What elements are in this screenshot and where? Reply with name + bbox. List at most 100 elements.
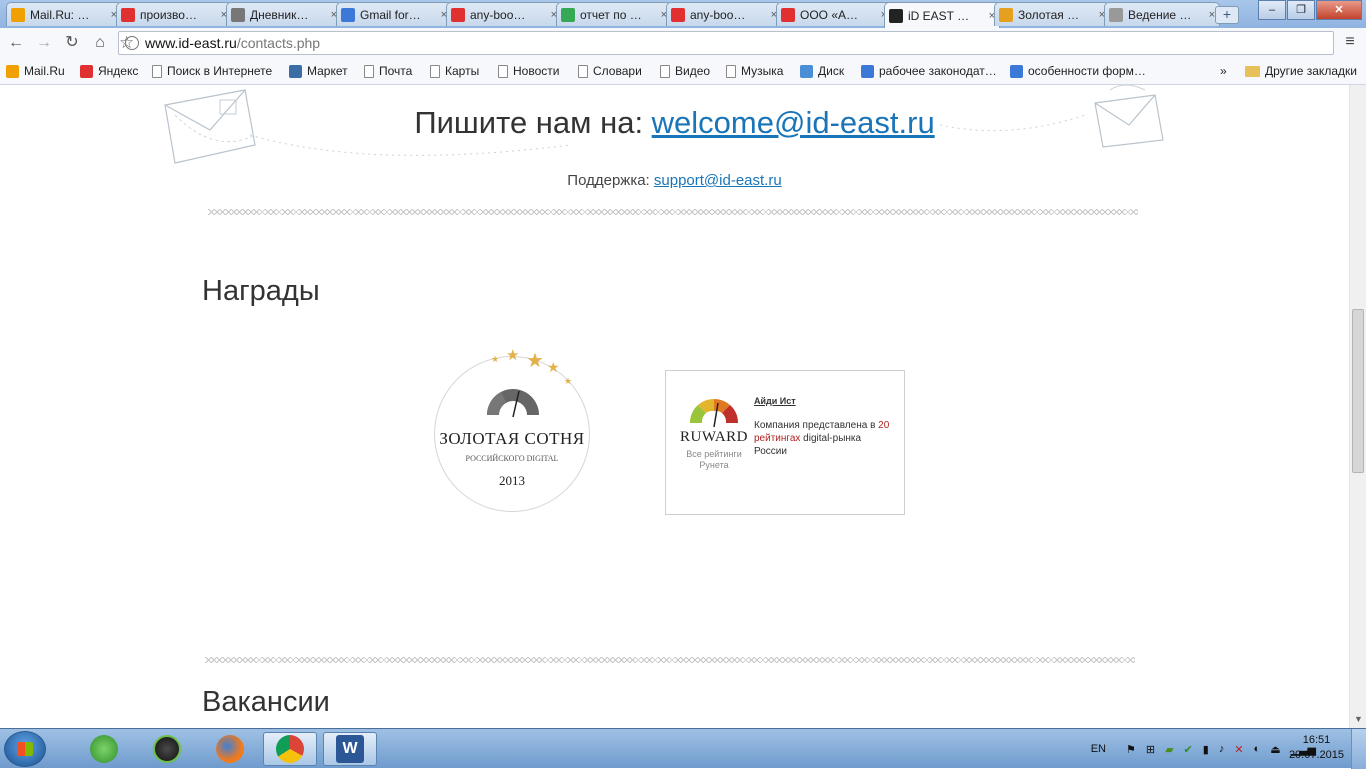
tab-label: Золотая … <box>1018 7 1080 22</box>
bookmark-label: Поиск в Интернете <box>167 64 273 78</box>
system-clock[interactable]: 16:51 20.07.2015 <box>1289 733 1344 763</box>
show-desktop-button[interactable] <box>1351 729 1366 769</box>
language-indicator[interactable]: EN <box>1091 743 1106 755</box>
ruward-company-link[interactable]: Айди Ист <box>754 396 796 406</box>
clock-date: 20.07.2015 <box>1288 749 1344 761</box>
page-scrollbar[interactable]: ▼ <box>1349 85 1366 728</box>
bookmark-item[interactable]: Поиск в Интернете <box>152 62 272 80</box>
bookmark-item[interactable]: рабочее законодат… <box>861 62 997 80</box>
bookmarks-overflow-label: » <box>1220 64 1227 78</box>
firefox-icon <box>216 735 244 763</box>
bookmark-item[interactable]: Музыка <box>726 62 783 80</box>
tab-7[interactable]: any-boo… × <box>666 2 782 26</box>
scrollbar-thumb[interactable] <box>1352 309 1364 473</box>
yandex-icon <box>80 64 93 78</box>
market-icon <box>289 64 302 78</box>
contact-prefix: Пишите нам на: <box>414 105 652 140</box>
bookmark-item[interactable]: Диск <box>800 62 844 80</box>
forward-icon[interactable]: → <box>34 33 54 53</box>
rainbow-icon <box>999 7 1013 22</box>
welcome-email-link[interactable]: welcome@id-east.ru <box>652 105 935 140</box>
tray-network-icon[interactable]: ✕ <box>1234 743 1243 756</box>
bookmark-item[interactable]: Яндекс <box>80 62 138 80</box>
address-bar[interactable]: www.id-east.ru/contacts.php ☆ <box>118 31 1334 55</box>
tray-battery-icon[interactable]: ▮ <box>1203 743 1209 756</box>
bookmark-label: Mail.Ru <box>24 64 65 78</box>
tab-label: any-boo… <box>690 7 746 22</box>
ruward-gauge-icon <box>689 398 739 427</box>
gold-award-title: ЗОЛОТАЯ СОТНЯ <box>439 429 585 448</box>
page-icon <box>152 64 162 78</box>
bookmark-item[interactable]: Mail.Ru <box>6 62 65 80</box>
minimize-button[interactable]: – <box>1258 0 1286 20</box>
connect-app-icon <box>153 735 181 763</box>
close-window-button[interactable]: ✕ <box>1316 0 1362 20</box>
disk-icon <box>800 64 813 78</box>
tray-check-icon[interactable]: ✔ <box>1184 743 1193 756</box>
bookmark-item[interactable]: Новости <box>498 62 559 80</box>
ruward-logo: RUWARD <box>680 429 749 445</box>
taskbar-network-app[interactable] <box>77 732 131 766</box>
reload-icon[interactable]: ↻ <box>62 33 82 53</box>
tab-5[interactable]: any-boo… × <box>446 2 562 26</box>
tray-update-icon[interactable]: ◐ <box>1254 743 1261 755</box>
support-email-link[interactable]: support@id-east.ru <box>654 172 782 189</box>
bookmark-star-icon[interactable]: ☆ <box>119 33 134 53</box>
taskbar-connect-app[interactable] <box>140 732 194 766</box>
other-bookmarks-folder[interactable]: Другие закладки <box>1245 62 1357 80</box>
tab-6[interactable]: отчет по … × <box>556 2 672 26</box>
tray-windows-icon[interactable]: ⊞ <box>1146 743 1155 756</box>
google-icon <box>861 64 874 78</box>
taskbar-word[interactable]: W <box>323 732 377 766</box>
tray-volume-icon[interactable]: ♪ <box>1219 743 1225 755</box>
star-icon: ★ <box>526 350 544 372</box>
tray-nvidia-icon[interactable]: ▰ <box>1165 743 1173 756</box>
wavy-divider <box>208 209 1138 215</box>
tray-usb-icon[interactable]: ⏏ <box>1270 743 1280 756</box>
yandex-icon <box>671 7 685 22</box>
tab-9[interactable]: iD EAST … × <box>884 2 1000 28</box>
ruward-award-widget[interactable]: RUWARD Все рейтинги Рунета Айди Ист Комп… <box>665 370 905 515</box>
page-icon <box>1109 7 1123 22</box>
yandex-icon <box>451 7 465 22</box>
bookmark-item[interactable]: особенности форм… <box>1010 62 1146 80</box>
maximize-button[interactable]: ❐ <box>1287 0 1315 20</box>
tab-4[interactable]: Gmail for… × <box>336 2 452 26</box>
bookmark-label: Словари <box>593 64 642 78</box>
yandex-icon <box>121 7 135 22</box>
tab-label: Mail.Ru: … <box>30 7 90 22</box>
tab-1[interactable]: Mail.Ru: … × <box>6 2 122 26</box>
new-tab-button[interactable]: + <box>1215 6 1239 24</box>
chrome-menu-icon[interactable]: ≡ <box>1342 34 1358 50</box>
bookmark-item[interactable]: Карты <box>430 62 479 80</box>
bookmark-label: Почта <box>379 64 413 78</box>
bookmark-item[interactable]: Маркет <box>289 62 348 80</box>
tab-label: any-boo… <box>470 7 526 22</box>
start-button[interactable] <box>4 731 46 767</box>
tab-3[interactable]: Дневник… × <box>226 2 342 26</box>
back-icon[interactable]: ← <box>6 33 26 53</box>
page-icon <box>660 64 670 78</box>
bookmark-label: особенности форм… <box>1028 64 1146 78</box>
bookmark-item[interactable]: Почта <box>364 62 412 80</box>
tab-11[interactable]: Ведение … × <box>1104 2 1220 26</box>
bookmarks-overflow-button[interactable]: » <box>1220 62 1227 80</box>
scroll-down-icon[interactable]: ▼ <box>1354 714 1363 724</box>
tab-2[interactable]: произво… × <box>116 2 232 26</box>
wavy-divider <box>205 657 1135 663</box>
bookmark-item[interactable]: Видео <box>660 62 710 80</box>
clock-time: 16:51 <box>1302 734 1331 746</box>
tab-8[interactable]: ООО «А…× <box>776 2 892 26</box>
star-icon: ★ <box>547 359 560 375</box>
taskbar-chrome[interactable] <box>263 732 317 766</box>
id-east-icon <box>889 8 903 23</box>
tray-flag-icon[interactable]: ⚑ <box>1126 743 1136 756</box>
bookmark-label: Маркет <box>307 64 348 78</box>
page-content: Пишите нам на: welcome@id-east.ru Поддер… <box>0 85 1349 728</box>
bookmark-item[interactable]: Словари <box>578 62 642 80</box>
home-icon[interactable]: ⌂ <box>90 33 110 53</box>
tab-10[interactable]: Золотая … × <box>994 2 1110 26</box>
taskbar-firefox[interactable] <box>203 732 257 766</box>
page-icon <box>726 64 736 78</box>
google-drive-icon <box>561 7 575 22</box>
